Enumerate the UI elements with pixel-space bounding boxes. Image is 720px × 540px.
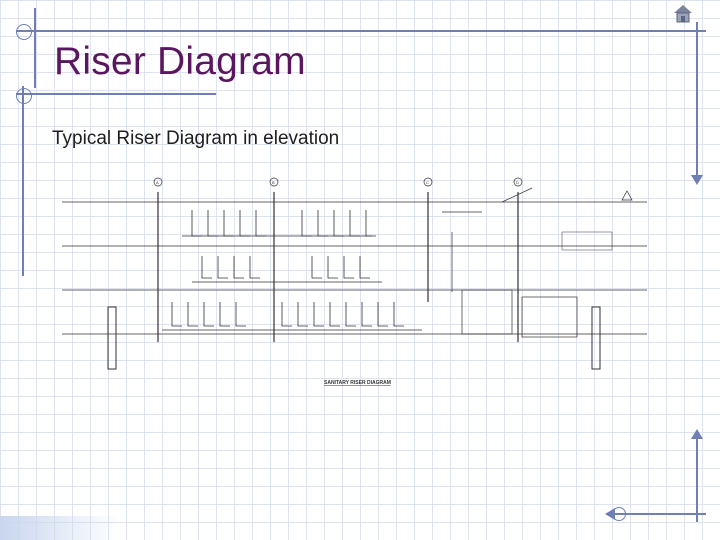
arrow-up-icon [691,429,703,439]
arrow-down-icon [691,175,703,185]
riser-diagram-image: A B C D SANITARY RISER DIAGRAM [62,177,647,386]
bottom-right-horizontal-line [614,513,706,515]
corner-circle-mid [16,88,32,104]
slide-title: Riser Diagram [54,40,306,83]
corner-circle-top [16,24,32,40]
slide-subtitle: Typical Riser Diagram in elevation [52,128,340,149]
drawing-caption: SANITARY RISER DIAGRAM [324,380,391,386]
left-vertical-line-lower [22,86,24,276]
home-button[interactable] [672,2,694,24]
arrow-left-icon [605,508,615,520]
bottom-gradient-bar [0,516,120,540]
title-underline [16,93,216,95]
drawing-tag-a: A [156,180,159,185]
right-vertical-line [696,22,698,182]
bottom-right-vertical-line [696,432,698,522]
home-icon [674,5,692,23]
drawing-tag-c: C [426,180,429,185]
drawing-tag-d: D [516,180,519,185]
top-divider-line [16,30,706,32]
drawing-tag-b: B [272,180,275,185]
left-vertical-line [34,8,36,88]
